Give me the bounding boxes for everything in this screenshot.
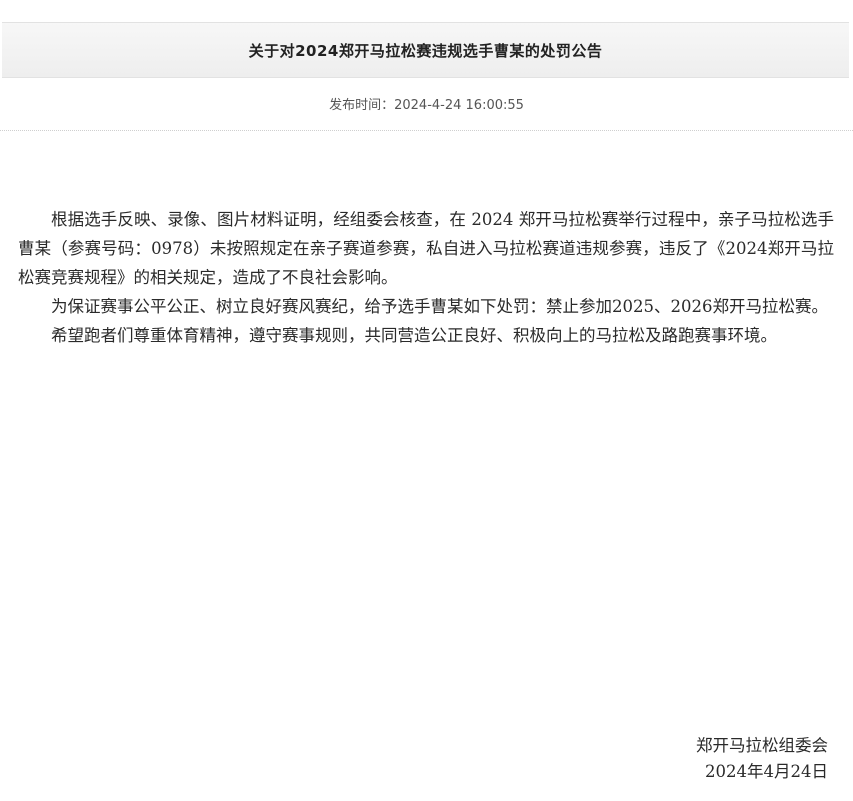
publish-info: 发布时间：2024-4-24 16:00:55: [0, 94, 853, 113]
title-bar: 关于对2024郑开马拉松赛违规选手曹某的处罚公告: [2, 22, 849, 78]
paragraph-1: 根据选手反映、录像、图片材料证明，经组委会核查，在 2024 郑开马拉松赛举行过…: [18, 210, 834, 287]
signature-org: 郑开马拉松组委会: [696, 736, 828, 755]
page-title: 关于对2024郑开马拉松赛违规选手曹某的处罚公告: [248, 41, 603, 60]
article-body: 根据选手反映、录像、图片材料证明，经组委会核查，在 2024 郑开马拉松赛举行过…: [18, 205, 834, 350]
divider: [0, 130, 853, 131]
announcement-page: 关于对2024郑开马拉松赛违规选手曹某的处罚公告 发布时间：2024-4-24 …: [0, 0, 853, 801]
paragraph-2: 为保证赛事公平公正、树立良好赛风赛纪，给予选手曹某如下处罚：禁止参加2025、2…: [51, 297, 828, 316]
signature-date: 2024年4月24日: [705, 762, 828, 781]
publish-label: 发布时间：: [329, 98, 395, 113]
signature-block: 郑开马拉松组委会 2024年4月24日: [696, 733, 828, 785]
paragraph-3: 希望跑者们尊重体育精神，遵守赛事规则，共同营造公正良好、积极向上的马拉松及路跑赛…: [51, 326, 777, 345]
publish-time: 2024-4-24 16:00:55: [394, 98, 524, 113]
